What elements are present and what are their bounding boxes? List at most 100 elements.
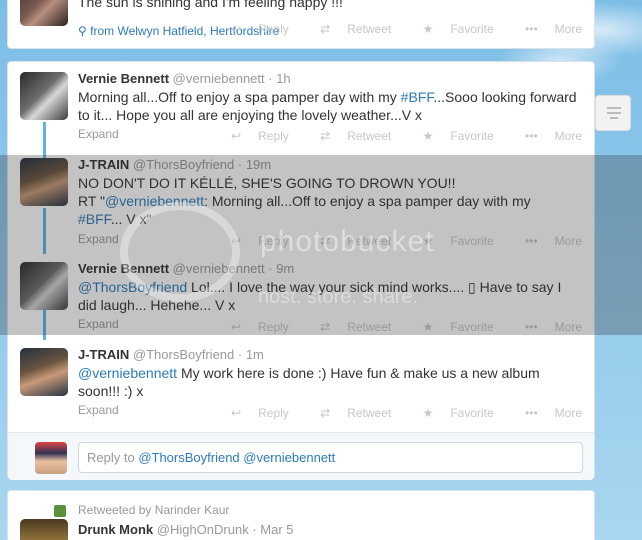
user-handle[interactable]: @verniebennett [173, 71, 265, 86]
tweet-text: NO DON'T DO IT KÉLLÉ, SHE'S GOING TO DRO… [78, 175, 531, 227]
timestamp[interactable]: · 9m [268, 261, 294, 276]
more-icon: ••• [525, 406, 538, 420]
reply-button[interactable]: ↩ Reply [217, 406, 289, 420]
avatar[interactable] [20, 0, 68, 26]
reply-icon: ↩ [231, 406, 242, 420]
star-icon: ★ [422, 234, 434, 248]
reply-input[interactable]: Reply to @ThorsBoyfriend @verniebennett [78, 442, 583, 473]
compose-side-button[interactable] [595, 95, 631, 131]
favorite-button[interactable]: ★ Favorite [409, 22, 494, 36]
more-icon: ••• [525, 234, 538, 248]
tweet[interactable]: Vernie Bennett @verniebennett · 1h Morni… [8, 62, 594, 148]
mention-link[interactable]: @verniebennett [78, 365, 177, 381]
tweet-actions: ↩ Reply ⇄ Retweet ★ Favorite ••• More [203, 406, 582, 420]
user-handle[interactable]: @HighOnDrunk [157, 522, 249, 537]
tweet-header: Vernie Bennett @verniebennett · 9m [78, 261, 294, 276]
favorite-button[interactable]: ★ Favorite [409, 129, 494, 143]
avatar[interactable] [20, 519, 68, 540]
retweet-icon: ⇄ [320, 406, 331, 420]
favorite-button[interactable]: ★ Favorite [409, 320, 494, 334]
star-icon: ★ [422, 320, 434, 334]
more-icon: ••• [525, 320, 538, 334]
expand-link[interactable]: Expand [78, 232, 119, 246]
reply-button[interactable]: ↩ Reply [217, 320, 289, 334]
tweet[interactable]: J-TRAIN @ThorsBoyfriend · 1m @verniebenn… [8, 346, 594, 432]
reply-icon: ↩ [231, 320, 242, 334]
expand-link[interactable]: Expand [78, 403, 119, 417]
retweet-button[interactable]: ⇄ Retweet [306, 320, 391, 334]
retweet-button[interactable]: ⇄ Retweet [306, 129, 391, 143]
more-icon: ••• [525, 22, 538, 36]
tweet-header: J-TRAIN @ThorsBoyfriend · 19m [78, 157, 271, 172]
favorite-button[interactable]: ★ Favorite [409, 406, 494, 420]
timestamp[interactable]: · Mar 5 [252, 522, 293, 537]
tweet-actions: ↩ Reply ⇄ Retweet ★ Favorite ••• More [203, 22, 582, 36]
user-name[interactable]: Vernie Bennett [78, 261, 169, 276]
retweet-icon: ⇄ [320, 129, 331, 143]
reply-button[interactable]: ↩ Reply [217, 234, 289, 248]
user-name[interactable]: Drunk Monk [78, 522, 153, 537]
tweet-text: The sun is shining and I'm feeling happy… [78, 0, 343, 10]
avatar[interactable] [20, 348, 68, 396]
conversation-card: Vernie Bennett @verniebennett · 1h Morni… [7, 61, 595, 480]
tweet-actions: ↩ Reply ⇄ Retweet ★ Favorite ••• More [203, 320, 582, 334]
expand-link[interactable]: Expand [78, 127, 119, 141]
reply-button[interactable]: ↩ Reply [217, 129, 289, 143]
reply-button[interactable]: ↩ Reply [217, 22, 289, 36]
retweet-button[interactable]: ⇄ Retweet [306, 406, 391, 420]
user-handle[interactable]: @ThorsBoyfriend [133, 347, 234, 362]
more-icon: ••• [525, 129, 538, 143]
reply-area: Reply to @ThorsBoyfriend @verniebennett [8, 432, 594, 480]
avatar[interactable] [20, 72, 68, 120]
avatar[interactable] [20, 262, 68, 310]
star-icon: ★ [422, 406, 434, 420]
tweet-actions: ↩ Reply ⇄ Retweet ★ Favorite ••• More [203, 129, 582, 143]
tweet-header: Drunk Monk @HighOnDrunk · Mar 5 [78, 522, 294, 537]
hashtag-link[interactable]: #BFF [401, 89, 434, 105]
tweet[interactable]: Vernie Bennett @verniebennett · 9m @Thor… [8, 260, 594, 346]
more-button[interactable]: ••• More [511, 320, 582, 334]
location-pin-icon: ⚲ [78, 24, 91, 38]
lines-icon-bar [607, 112, 621, 114]
user-name[interactable]: J-TRAIN [78, 347, 129, 362]
user-handle[interactable]: @ThorsBoyfriend [133, 157, 234, 172]
tweet[interactable]: J-TRAIN @ThorsBoyfriend · 19m NO DON'T D… [8, 156, 594, 260]
reply-icon: ↩ [231, 129, 242, 143]
expand-link[interactable]: Expand [78, 317, 119, 331]
user-name[interactable]: Vernie Bennett [78, 71, 169, 86]
more-button[interactable]: ••• More [511, 129, 582, 143]
timestamp[interactable]: · 1h [268, 71, 290, 86]
tweet-header: J-TRAIN @ThorsBoyfriend · 1m [78, 347, 264, 362]
tweet-actions: ↩ Reply ⇄ Retweet ★ Favorite ••• More [203, 234, 582, 248]
lines-icon [607, 107, 621, 109]
more-button[interactable]: ••• More [511, 406, 582, 420]
tweet-card-previous[interactable]: The sun is shining and I'm feeling happy… [7, 0, 595, 49]
star-icon: ★ [422, 129, 434, 143]
retweet-button[interactable]: ⇄ Retweet [306, 234, 391, 248]
mention-link[interactable]: @verniebennett [105, 193, 204, 209]
tweet-text: @ThorsBoyfriend Lol.... I love the way y… [78, 279, 562, 313]
user-handle[interactable]: @verniebennett [173, 261, 265, 276]
lines-icon-bar [610, 117, 618, 119]
more-button[interactable]: ••• More [511, 22, 582, 36]
reply-icon: ↩ [231, 22, 242, 36]
avatar[interactable] [35, 442, 67, 474]
retweeted-by[interactable]: Retweeted by Narinder Kaur [78, 503, 229, 517]
timestamp[interactable]: · 1m [238, 347, 264, 362]
tweet-header: Vernie Bennett @verniebennett · 1h [78, 71, 291, 86]
retweet-icon: ⇄ [320, 234, 331, 248]
retweet-icon: ⇄ [320, 22, 331, 36]
timestamp[interactable]: · 19m [238, 157, 271, 172]
more-button[interactable]: ••• More [511, 234, 582, 248]
retweet-icon: ⇄ [320, 320, 331, 334]
tweet-text: Morning all...Off to enjoy a spa pamper … [78, 89, 577, 123]
star-icon: ★ [422, 22, 434, 36]
hashtag-link[interactable]: #BFF [78, 211, 111, 227]
avatar[interactable] [20, 158, 68, 206]
retweet-button[interactable]: ⇄ Retweet [306, 22, 391, 36]
favorite-button[interactable]: ★ Favorite [409, 234, 494, 248]
tweet-card-next[interactable]: Retweeted by Narinder Kaur Drunk Monk @H… [7, 490, 595, 540]
tweet-text: @verniebennett My work here is done :) H… [78, 365, 540, 399]
mention-link[interactable]: @ThorsBoyfriend [78, 279, 187, 295]
user-name[interactable]: J-TRAIN [78, 157, 129, 172]
